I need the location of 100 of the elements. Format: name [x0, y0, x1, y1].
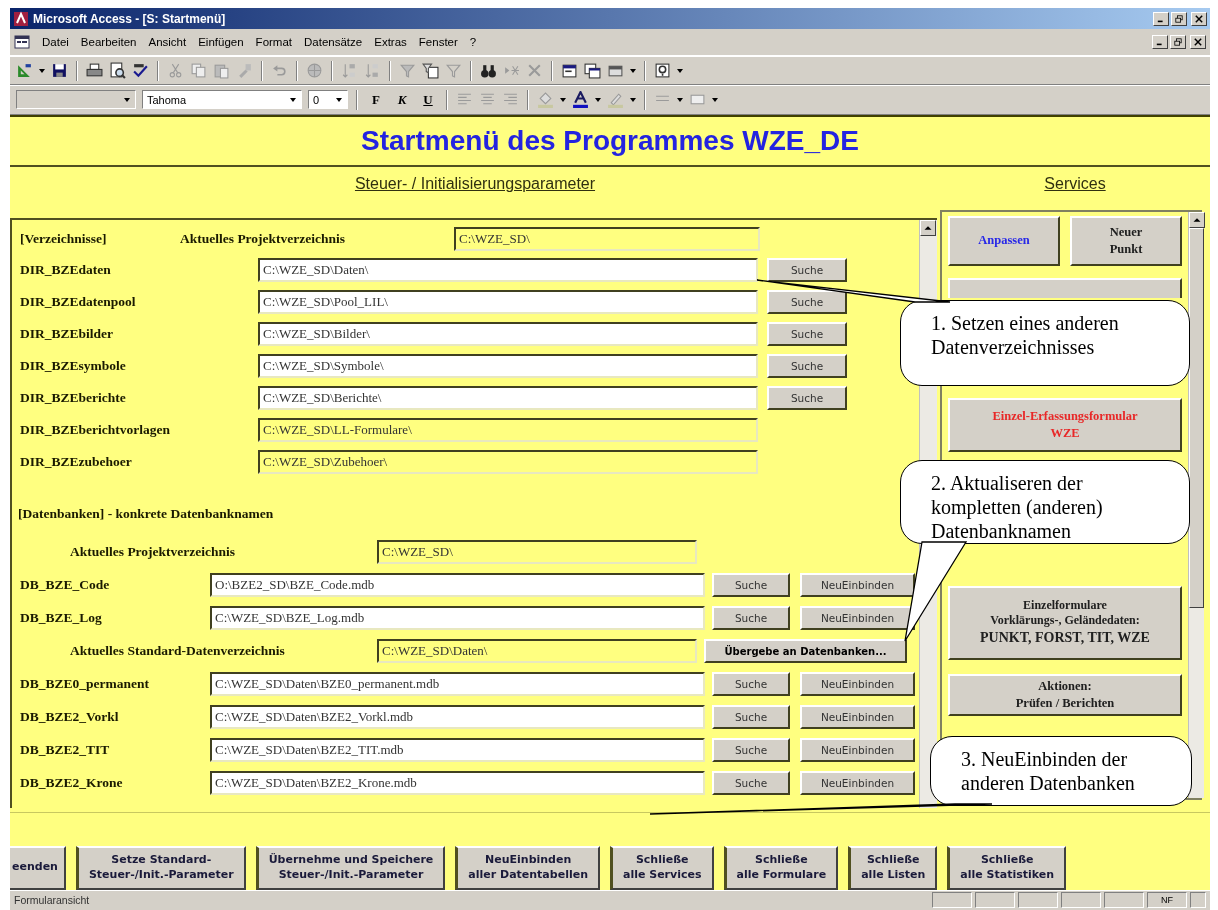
ruler-icon[interactable]	[16, 62, 33, 79]
path-field[interactable]: O:\BZE2_SD\BZE_Code.mdb	[210, 573, 705, 597]
minimize-button[interactable]	[1152, 35, 1168, 50]
search-button[interactable]: Suche	[767, 353, 847, 378]
form-title: Startmenü des Programmes WZE_DE	[10, 116, 1210, 167]
search-button[interactable]: Suche	[712, 672, 790, 696]
close-button[interactable]	[1191, 11, 1207, 26]
path-field[interactable]: C:\WZE_SD\	[454, 226, 760, 251]
command-button[interactable]: Übernehme und Speichere Steuer-/Init.-Parameter	[255, 845, 446, 890]
command-button[interactable]: Schließe alle Formulare	[723, 845, 839, 890]
menu-item[interactable]: Fenster	[412, 34, 464, 51]
service-button[interactable]: Aktionen: Prüfen / Berichten	[948, 673, 1182, 716]
search-button[interactable]: Suche	[767, 385, 847, 410]
search-button[interactable]: Suche	[712, 738, 790, 762]
relink-button[interactable]: NeuEinbinden	[800, 738, 915, 762]
menu-item[interactable]: Datensätze	[298, 34, 369, 51]
field-label: DIR_BZEzubehoer	[19, 453, 133, 470]
search-button[interactable]: Suche	[712, 771, 790, 795]
command-button[interactable]: NeuEinbinden aller Datentabellen	[455, 845, 600, 890]
scroll-thumb[interactable]	[1189, 227, 1204, 608]
scrollbar[interactable]	[1188, 211, 1204, 798]
status-pane	[975, 892, 1015, 909]
menu-item[interactable]: Bearbeiten	[74, 34, 143, 51]
database-window-icon[interactable]	[584, 62, 601, 79]
relink-button[interactable]: NeuEinbinden	[800, 771, 915, 795]
search-button[interactable]: Suche	[712, 573, 790, 597]
menu-item[interactable]: ?	[463, 34, 483, 51]
section-label: [Datenbanken] - konkrete Datenbanknamen	[18, 505, 274, 522]
caret-icon[interactable]	[39, 68, 45, 73]
relink-button[interactable]: NeuEinbinden	[800, 573, 915, 597]
path-field[interactable]: C:\WZE_SD\Zubehoer\	[258, 449, 758, 474]
restore-icon	[1174, 38, 1182, 47]
binoculars-icon[interactable]	[480, 62, 497, 79]
path-field[interactable]: C:\WZE_SD\Symbole\	[258, 353, 758, 378]
scroll-up-icon[interactable]	[1189, 211, 1205, 228]
menu-item[interactable]: Einfügen	[192, 34, 250, 51]
field-label: DB_BZE_Log	[19, 610, 103, 626]
path-field[interactable]: C:\WZE_SD\Bilder\	[258, 321, 758, 346]
restore-button[interactable]	[1170, 35, 1186, 50]
command-button[interactable]: Setze Standard- Steuer-/Init.-Parameter	[75, 845, 246, 890]
close-icon	[1195, 14, 1203, 23]
help-icon[interactable]	[654, 62, 671, 79]
caret-icon[interactable]	[630, 68, 636, 73]
font-combo[interactable]: Tahoma	[142, 90, 302, 110]
command-button[interactable]: Schließe alle Listen	[848, 845, 938, 890]
caret-icon[interactable]	[712, 97, 718, 102]
field-label: Aktuelles Standard-Datenverzeichnis	[69, 643, 286, 659]
path-field[interactable]: C:\WZE_SD\Daten\	[258, 257, 758, 282]
search-button[interactable]: Suche	[712, 606, 790, 630]
status-pane	[1104, 892, 1144, 909]
search-button[interactable]: Suche	[712, 705, 790, 729]
path-field[interactable]: C:\WZE_SD\Daten\BZE2_Krone.mdb	[210, 771, 705, 795]
search-button[interactable]: Suche	[767, 257, 847, 282]
path-field[interactable]: C:\WZE_SD\Daten\BZE2_TIT.mdb	[210, 738, 705, 762]
search-button[interactable]: Suche	[767, 321, 847, 346]
search-button[interactable]: Suche	[767, 289, 847, 314]
properties-icon[interactable]	[561, 62, 578, 79]
service-button[interactable]: Neuer Punkt	[1070, 215, 1182, 266]
restore-button[interactable]	[1171, 11, 1187, 26]
path-field[interactable]: C:\WZE_SD\BZE_Log.mdb	[210, 606, 705, 630]
relink-button[interactable]: NeuEinbinden	[800, 672, 915, 696]
caret-icon[interactable]	[595, 97, 601, 102]
status-pane	[1018, 892, 1058, 909]
field-label: DIR_BZEberichte	[19, 389, 127, 406]
menu-item[interactable]: Datei	[36, 34, 75, 51]
field-label: DIR_BZEdaten	[19, 261, 112, 278]
minimize-button[interactable]	[1153, 11, 1169, 26]
printer-icon[interactable]	[86, 62, 103, 79]
close-button[interactable]	[1190, 35, 1206, 50]
transfer-button[interactable]: Übergebe an Datenbanken...	[704, 639, 907, 663]
menu-item[interactable]: Ansicht	[142, 34, 193, 51]
object-combo[interactable]	[16, 90, 136, 110]
path-field[interactable]: C:\WZE_SD\LL-Formulare\	[258, 417, 758, 442]
preview-icon[interactable]	[109, 62, 126, 79]
relink-button[interactable]: NeuEinbinden	[800, 705, 915, 729]
menu-item[interactable]: Format	[249, 34, 299, 51]
path-field[interactable]: C:\WZE_SD\Daten\	[377, 639, 697, 663]
status-pane	[932, 892, 972, 909]
path-field[interactable]: C:\WZE_SD\	[377, 540, 697, 564]
command-button[interactable]: Schließe alle Services	[609, 845, 714, 890]
spelling-check-icon[interactable]	[132, 62, 149, 79]
service-button[interactable]: Anpassen	[948, 215, 1060, 266]
relink-button[interactable]: NeuEinbinden	[800, 606, 915, 630]
caret-icon[interactable]	[630, 97, 636, 102]
font-size-combo[interactable]: 0	[308, 90, 348, 110]
path-field[interactable]: C:\WZE_SD\Daten\BZE2_Vorkl.mdb	[210, 705, 705, 729]
path-field[interactable]: C:\WZE_SD\Daten\BZE0_permanent.mdb	[210, 672, 705, 696]
caret-icon[interactable]	[677, 97, 683, 102]
path-field[interactable]: C:\WZE_SD\Berichte\	[258, 385, 758, 410]
service-button[interactable]: Einzelformulare Vorklärungs-, Geländedaten: PUNKT, FORST, TIT, WZE	[948, 585, 1182, 660]
font-color-icon[interactable]	[572, 91, 589, 109]
caret-icon[interactable]	[677, 68, 683, 73]
caret-icon[interactable]	[560, 97, 566, 102]
caret-icon	[124, 97, 130, 102]
status-indicator: NF	[1147, 892, 1187, 909]
command-button[interactable]: Schließe alle Statistiken	[947, 845, 1067, 890]
menu-item[interactable]: Extras	[368, 34, 413, 51]
filter-form-icon[interactable]	[422, 62, 439, 79]
scroll-up-icon[interactable]	[920, 219, 936, 236]
command-button[interactable]: eenden	[10, 845, 66, 890]
